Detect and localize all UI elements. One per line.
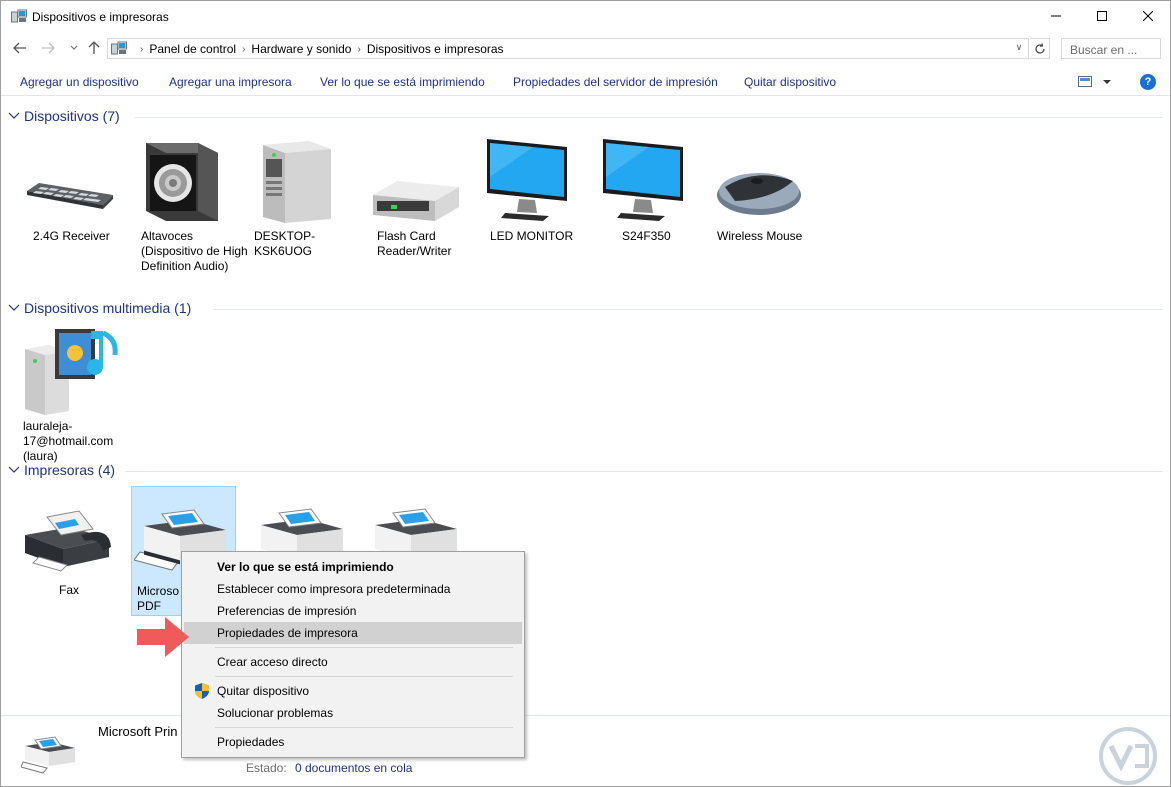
group-title: Dispositivos (7) [24,108,120,124]
menu-item-set-default[interactable]: Establecer como impresora predeterminada [184,578,522,600]
mouse-icon [717,173,801,215]
group-header-devices[interactable]: Dispositivos (7) [8,108,1163,126]
see-printing-command[interactable]: Ver lo que se está imprimiendo [320,75,485,89]
search-placeholder: Buscar en ... [1070,43,1138,57]
view-options-icon [1078,76,1111,87]
chevron-down-icon [8,112,20,119]
group-header-multimedia[interactable]: Dispositivos multimedia (1) [8,300,1163,318]
group-title: Dispositivos multimedia (1) [24,300,192,316]
red-arrow-icon [137,617,189,657]
refresh-button[interactable] [1030,38,1050,59]
details-state-label: Estado: [246,761,287,775]
forward-button[interactable] [39,38,57,58]
device-label: S24F350 [622,229,671,243]
menu-item-remove-device[interactable]: Quitar dispositivo [184,680,522,702]
change-view-button[interactable] [1078,75,1114,91]
chevron-right-icon: › [140,43,144,55]
chevron-down-icon [70,45,78,50]
maximize-icon [1097,11,1107,21]
close-icon [1143,11,1153,21]
watermark-logo-icon [1099,727,1157,785]
menu-item-see-printing[interactable]: Ver lo que se está imprimiendo [184,556,522,578]
remove-device-command[interactable]: Quitar dispositivo [744,75,836,89]
menu-item-create-shortcut[interactable]: Crear acceso directo [184,651,522,673]
address-bar[interactable]: › Panel de control › Hardware y sonido ›… [107,38,1029,59]
chevron-down-icon [8,304,20,311]
device-label: LED MONITOR [490,229,574,243]
minimize-button[interactable] [1033,1,1079,31]
details-state-value: 0 documentos en cola [295,761,413,775]
menu-item-printer-properties[interactable]: Propiedades de impresora [184,622,522,644]
back-button[interactable] [11,38,29,58]
title-bar: Dispositivos e impresoras [1,1,1170,32]
menu-item-print-preferences[interactable]: Preferencias de impresión [184,600,522,622]
window-title: Dispositivos e impresoras [32,10,169,24]
address-row: › Panel de control › Hardware y sonido ›… [1,36,1170,60]
group-header-printers[interactable]: Impresoras (4) [8,462,1163,480]
up-arrow-icon [88,41,100,54]
media-server-icon [25,329,118,415]
chevron-down-icon [8,466,20,473]
back-arrow-icon [13,42,26,54]
uac-shield-icon [195,683,209,699]
device-label: DESKTOP-KSK6UOG [254,229,316,258]
drive-icon [373,181,459,221]
crumb-control-panel[interactable]: Panel de control [149,42,236,56]
device-label: lauraleja-17@hotmail.com (laura) [23,419,114,463]
speaker-icon [146,143,218,221]
menu-item-troubleshoot[interactable]: Solucionar problemas [184,702,522,724]
help-button[interactable]: ? [1140,74,1156,90]
up-button[interactable] [85,38,103,58]
group-title: Impresoras (4) [24,462,116,478]
command-bar: Agregar un dispositivo Agregar una impre… [1,66,1170,96]
crumb-devices-printers[interactable]: Dispositivos e impresoras [367,42,504,56]
devices-printers-icon [11,9,27,23]
menu-separator [215,727,513,728]
chevron-right-icon[interactable]: › [242,44,245,55]
fax-icon [25,510,111,572]
monitor-icon [487,139,567,221]
server-properties-command[interactable]: Propiedades del servidor de impresión [513,75,718,89]
forward-arrow-icon [42,42,55,54]
device-label: Wireless Mouse [717,229,803,243]
crumb-hardware-sound[interactable]: Hardware y sonido [251,42,351,56]
menu-separator [215,647,513,648]
chevron-right-icon[interactable]: › [357,44,360,55]
control-panel-icon [111,41,127,55]
address-dropdown-icon[interactable]: ∨ [1012,42,1026,56]
minimize-icon [1051,15,1061,17]
keyboard-icon [27,183,113,209]
monitor-icon [603,139,683,221]
group-divider [125,471,1163,472]
details-pane: Microsoft Prin Estado: 0 documentos en c… [1,715,1170,786]
add-printer-command[interactable]: Agregar una impresora [169,75,292,89]
group-divider [135,117,1163,118]
device-label: Flash Card Reader/Writer [377,229,452,258]
computer-tower-icon [263,141,331,223]
device-label: Altavoces (Dispositivo de High Definitio… [141,229,248,273]
breadcrumb: › Panel de control › Hardware y sonido ›… [134,42,504,56]
recent-locations-button[interactable] [65,38,83,58]
context-menu: Ver lo que se está imprimiendo Establece… [181,551,525,758]
menu-item-properties[interactable]: Propiedades [184,731,522,753]
menu-separator [215,676,513,677]
window: Dispositivos e impresoras › Panel de con… [0,0,1171,787]
close-button[interactable] [1125,1,1170,31]
printer-icon [21,736,75,774]
maximize-button[interactable] [1079,1,1125,31]
group-divider [213,309,1163,310]
search-input[interactable]: Buscar en ... [1061,38,1161,59]
details-device-name: Microsoft Prin [98,724,178,739]
printer-label: Fax [58,583,79,597]
add-device-command[interactable]: Agregar un dispositivo [20,75,139,89]
device-label: 2.4G Receiver [33,229,110,243]
refresh-icon [1034,42,1045,54]
help-icon: ? [1144,76,1152,88]
